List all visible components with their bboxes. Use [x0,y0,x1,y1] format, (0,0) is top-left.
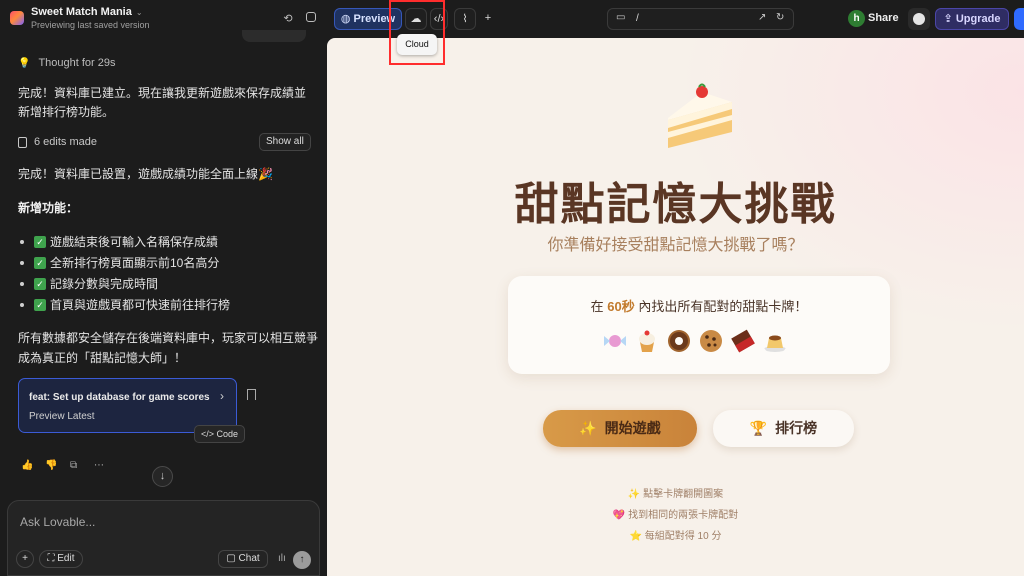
edits-label: 6 edits made [34,136,97,148]
chart-icon: ⌇ [462,13,468,25]
commit-title: feat: Set up database for game scores [29,392,210,403]
app-preview-frame: 甜點記憶大挑戰 你準備好接受甜點記憶大挑戰了嗎？ 在 60秒 內找出所有配對的甜… [327,38,1024,576]
add-tab-button[interactable]: + [479,8,497,30]
chocolate-icon [731,329,755,353]
copy-icon[interactable]: ⧉ [70,460,77,471]
tip-score: ⭐ 每組配對得 10 分 [629,531,722,542]
lovable-logo [10,11,24,25]
list-item: ✓ 記錄分數與完成時間 [20,273,230,294]
sparkle-icon: ✨ [579,420,597,436]
lightbulb-icon: 💡 [18,57,31,69]
chevron-right-icon: › [220,389,224,403]
page-icon: ▭ [616,12,626,23]
analytics-tab[interactable]: ⌇ [454,8,476,30]
list-item: ✓ 全新排行榜頁面顯示前10名高分 [20,252,230,273]
thought-label: Thought for 29s [38,57,116,69]
project-switcher[interactable]: Sweet Match Mania ⌄ Previewing last save… [10,6,150,30]
file-icon [18,136,27,148]
add-attachment-button[interactable]: + [16,550,34,568]
annotation-highlight-box [389,0,445,65]
preview-latest-link[interactable]: Preview Latest [29,411,95,422]
refresh-icon[interactable]: ↻ [776,12,784,23]
chevron-down-icon: ⌄ [135,7,143,17]
thumbs-up-icon[interactable]: 👍 [21,460,33,471]
globe-icon: ◍ [340,13,351,25]
edit-button[interactable]: ⛶ Edit [39,550,83,568]
previous-message-bubble [242,30,306,42]
upgrade-button[interactable]: ⇪ Upgrade [935,8,1009,30]
upgrade-icon: ⇪ [943,13,953,25]
check-icon: ✓ [34,277,46,290]
pudding-icon [764,335,786,352]
chat-panel: Sweet Match Mania ⌄ Previewing last save… [0,0,327,576]
game-subtitle: 你準備好接受甜點記憶大挑戰了嗎？ [547,237,804,254]
leaderboard-button[interactable]: 🏆 排行榜 [713,410,854,447]
cookie-icon [700,330,722,352]
open-external-icon[interactable]: ↗ [758,12,766,23]
start-game-button[interactable]: ✨ 開始遊戲 [543,410,697,447]
show-all-button[interactable]: Show all [259,133,311,151]
features-list: ✓ 遊戲結束後可輸入名稱保存成績 ✓ 全新排行榜頁面顯示前10名高分 ✓ 記錄分數與完… [20,231,230,315]
url-bar[interactable]: ▭ / ↗ ↻ [607,8,794,30]
bookmark-icon[interactable] [247,389,256,400]
more-icon[interactable]: ⋯ [94,460,104,471]
cupcake-icon [639,330,655,352]
trophy-icon: 🏆 [749,420,768,436]
github-icon [913,13,925,25]
cake-icon [668,83,732,148]
toggle-sidebar-button[interactable] [306,12,320,26]
edit-icon: ⛶ [47,553,55,564]
rules-card: 在 60秒 內找出所有配對的甜點卡牌！ [508,276,890,374]
avatar[interactable]: h [848,10,865,27]
scroll-down-button[interactable]: ↓ [152,466,173,487]
check-icon: ✓ [34,298,46,311]
chat-bubble-icon: ▢ [226,553,236,564]
assistant-message-1: 完成！資料庫已建立。現在讓我更新遊戲來保存成績並新增排行榜功能。 [18,86,307,119]
tip-match: 💖 找到相同的兩張卡牌配對 [612,510,739,521]
chat-mode-button[interactable]: ▢ Chat [218,550,268,568]
list-item: ✓ 首頁與遊戲頁都可快速前往排行榜 [20,294,230,315]
sidebar-icon [306,12,316,22]
list-item: ✓ 遊戲結束後可輸入名稱保存成績 [20,231,230,252]
donut-icon [668,330,690,352]
project-name: Sweet Match Mania [31,6,132,18]
publish-button[interactable] [1014,8,1024,30]
thumbs-down-icon[interactable]: 👎 [45,460,57,471]
assistant-message-2: 完成！資料庫已設置，遊戲成績功能全面上線🎉 [18,167,273,181]
composer-input[interactable]: Ask Lovable... [20,515,95,529]
rule-text: 在 60秒 內找出所有配對的甜點卡牌！ [590,299,808,314]
github-button[interactable] [908,8,930,30]
check-icon: ✓ [34,256,46,269]
assistant-message-3: 所有數據都安全儲存在後端資料庫中，玩家可以相互競爭成為真正的「甜點記憶大師」！ [18,331,319,365]
voice-icon[interactable]: ılı [278,553,286,564]
edits-summary[interactable]: 6 edits made [18,136,97,148]
project-subtitle: Previewing last saved version [31,20,150,30]
sweets-row [602,328,788,354]
features-heading: 新增功能： [18,201,79,215]
game-title: 甜點記憶大挑戰 [514,179,837,230]
code-button[interactable]: </> Code [194,425,246,443]
history-icon[interactable]: ⟲ [281,12,295,26]
code-icon: </> [201,429,215,439]
chat-composer[interactable]: Ask Lovable... + ⛶ Edit ▢ Chat ılı ↑ [7,500,320,576]
candy-icon [604,335,626,347]
check-icon: ✓ [34,235,46,248]
tip-flip: ✨ 點擊卡牌翻開圖案 [627,489,724,500]
share-button[interactable]: Share [868,12,899,24]
send-button[interactable]: ↑ [293,551,311,569]
cloud-tooltip: Cloud [397,34,437,55]
thought-indicator[interactable]: 💡 Thought for 29s [18,57,116,69]
url-input[interactable]: / [636,13,639,24]
